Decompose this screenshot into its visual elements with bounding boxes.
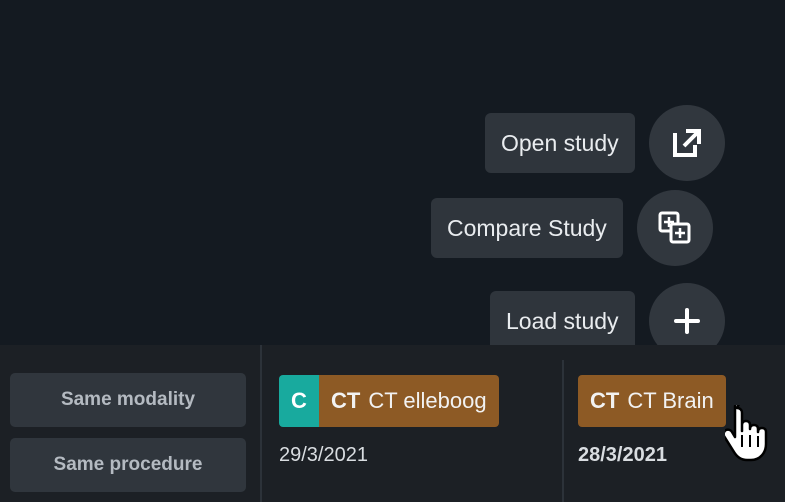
- study-chip[interactable]: CT CT Brain: [578, 375, 726, 427]
- compare-study-button[interactable]: [636, 190, 713, 266]
- compare-badge: C: [279, 375, 319, 427]
- filter-column: Same modality Same procedure: [0, 345, 262, 502]
- open-study-row: Open study: [485, 105, 725, 181]
- study-date: 29/3/2021: [279, 444, 368, 466]
- compare-icon: [658, 211, 691, 244]
- same-procedure-button[interactable]: Same procedure: [10, 438, 246, 492]
- study-chip[interactable]: C CT CT elleboog: [279, 375, 499, 427]
- study-title: CT CT Brain: [578, 375, 726, 427]
- compare-study-label[interactable]: Compare Study: [431, 198, 623, 258]
- compare-study-row: Compare Study: [431, 190, 713, 266]
- hand-cursor-icon: [725, 405, 768, 462]
- load-study-label[interactable]: Load study: [490, 291, 635, 351]
- study-title: CT CT elleboog: [319, 375, 499, 427]
- open-study-button[interactable]: [648, 105, 725, 181]
- modality-label: CT: [590, 388, 620, 413]
- open-study-label[interactable]: Open study: [485, 113, 635, 173]
- plus-icon: [673, 308, 700, 334]
- study-date: 28/3/2021: [578, 444, 667, 466]
- modality-label: CT: [331, 388, 361, 413]
- same-modality-button[interactable]: Same modality: [10, 373, 246, 427]
- study-item[interactable]: C CT CT elleboog 29/3/2021: [262, 345, 562, 502]
- study-description: CT Brain: [627, 388, 714, 413]
- external-link-icon: [672, 129, 701, 157]
- study-description: CT elleboog: [368, 388, 487, 413]
